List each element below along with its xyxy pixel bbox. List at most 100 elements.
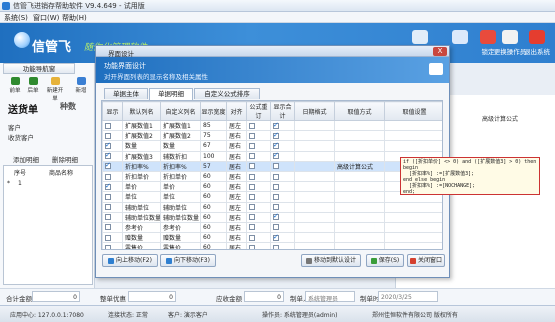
show-checkbox-cell[interactable] bbox=[102, 160, 123, 172]
date-format-cell[interactable] bbox=[294, 119, 335, 132]
move-up-button[interactable]: 向上移动(F2) bbox=[102, 254, 158, 267]
align-cell[interactable]: 居右 bbox=[226, 150, 247, 162]
checkbox[interactable] bbox=[105, 193, 111, 200]
checkbox[interactable] bbox=[249, 234, 255, 241]
grid-row[interactable]: 扩展数值3辅数折扣100居右 bbox=[102, 150, 442, 162]
total-checkbox-cell[interactable] bbox=[270, 150, 295, 162]
formula-checkbox-cell[interactable] bbox=[246, 221, 271, 234]
custom-name-cell[interactable]: 零售价 bbox=[160, 242, 201, 249]
total-checkbox-cell[interactable] bbox=[270, 119, 295, 132]
width-cell[interactable]: 100 bbox=[200, 150, 227, 162]
formula-checkbox-cell[interactable] bbox=[246, 160, 271, 172]
date-format-cell[interactable] bbox=[294, 181, 335, 193]
checkbox[interactable] bbox=[273, 183, 279, 190]
width-cell[interactable]: 57 bbox=[200, 160, 227, 172]
checkbox[interactable] bbox=[105, 214, 111, 221]
grid-row[interactable]: 参考价 参考价 60 居右 bbox=[102, 221, 442, 234]
function-nav-tab[interactable]: 功能导航窗 bbox=[3, 63, 75, 74]
close-window-button[interactable]: 关闭窗口 bbox=[407, 254, 445, 267]
checkbox[interactable] bbox=[249, 122, 255, 129]
add-button[interactable]: 新增 bbox=[72, 77, 90, 94]
custom-name-cell[interactable]: 折扣单价 bbox=[160, 170, 201, 183]
checkbox[interactable] bbox=[249, 183, 255, 190]
value-mode-cell[interactable]: 高级计算公式 bbox=[334, 160, 385, 172]
reset-default-button[interactable]: 移动到默认设计 bbox=[301, 254, 361, 267]
align-cell[interactable]: 居右 bbox=[226, 232, 247, 244]
grid-row[interactable]: 赠数量 赠数量 60 居右 bbox=[102, 232, 442, 244]
value-mode-cell[interactable] bbox=[334, 170, 385, 183]
value-mode-cell[interactable] bbox=[334, 150, 385, 162]
checkbox[interactable] bbox=[273, 234, 279, 241]
checkbox[interactable] bbox=[105, 152, 111, 160]
align-cell[interactable]: 居右 bbox=[226, 211, 247, 223]
checkbox[interactable] bbox=[273, 244, 279, 249]
total-checkbox-cell[interactable] bbox=[270, 170, 295, 183]
checkbox[interactable] bbox=[273, 224, 279, 231]
show-checkbox-cell[interactable] bbox=[102, 201, 123, 213]
date-format-cell[interactable] bbox=[294, 170, 335, 183]
checkbox[interactable] bbox=[249, 132, 255, 139]
align-cell[interactable]: 居右 bbox=[226, 130, 247, 142]
checkbox[interactable] bbox=[105, 142, 111, 149]
value-mode-cell[interactable] bbox=[334, 201, 385, 213]
value-mode-cell[interactable] bbox=[334, 242, 385, 249]
custom-name-cell[interactable]: 折扣率% bbox=[160, 160, 201, 172]
show-checkbox-cell[interactable] bbox=[102, 211, 123, 223]
custom-name-cell[interactable]: 辅数折扣 bbox=[160, 150, 201, 162]
width-cell[interactable]: 85 bbox=[200, 119, 227, 132]
tab-document-main[interactable]: 单据主体 bbox=[104, 88, 148, 99]
formula-checkbox-cell[interactable] bbox=[246, 181, 271, 193]
width-cell[interactable]: 60 bbox=[200, 211, 227, 223]
value-mode-cell[interactable] bbox=[334, 191, 385, 203]
custom-name-cell[interactable]: 辅助单位数量 bbox=[160, 211, 201, 223]
formula-checkbox-cell[interactable] bbox=[246, 140, 271, 152]
value-setting-cell[interactable] bbox=[384, 221, 442, 234]
formula-checkbox-cell[interactable] bbox=[246, 150, 271, 162]
dialog-titlebar[interactable]: 界面设计 X bbox=[96, 46, 449, 58]
date-format-cell[interactable] bbox=[294, 201, 335, 213]
width-cell[interactable]: 60 bbox=[200, 242, 227, 249]
grid-row[interactable]: 折扣单价 折扣单价 60 居右 bbox=[102, 170, 442, 183]
date-format-cell[interactable] bbox=[294, 221, 335, 234]
date-format-cell[interactable] bbox=[294, 191, 335, 203]
checkbox[interactable] bbox=[273, 152, 279, 160]
checkbox[interactable] bbox=[105, 173, 111, 180]
total-checkbox-cell[interactable] bbox=[270, 181, 295, 193]
checkbox[interactable] bbox=[249, 244, 255, 249]
date-format-cell[interactable] bbox=[294, 130, 335, 142]
custom-name-cell[interactable]: 数量 bbox=[160, 140, 201, 152]
menu-system[interactable]: 系统(S) bbox=[4, 13, 28, 23]
checkbox[interactable] bbox=[249, 204, 255, 211]
delete-detail-button[interactable]: 删除明细 bbox=[52, 154, 78, 164]
date-format-cell[interactable] bbox=[294, 211, 335, 223]
grid-row[interactable]: 单价单价60居右 bbox=[102, 181, 442, 193]
width-cell[interactable]: 60 bbox=[200, 191, 227, 203]
show-checkbox-cell[interactable] bbox=[102, 191, 123, 203]
checkbox[interactable] bbox=[249, 214, 255, 221]
show-checkbox-cell[interactable] bbox=[102, 119, 123, 132]
next-doc-button[interactable]: 后单 bbox=[24, 77, 42, 94]
total-checkbox-cell[interactable] bbox=[270, 130, 295, 142]
show-checkbox-cell[interactable] bbox=[102, 170, 123, 183]
total-checkbox-cell[interactable] bbox=[270, 221, 295, 234]
grid-row[interactable]: 辅助单位数量 辅助单位数量 60 居右 bbox=[102, 211, 442, 223]
formula-checkbox-cell[interactable] bbox=[246, 201, 271, 213]
align-cell[interactable]: 居左 bbox=[226, 191, 247, 203]
value-setting-cell[interactable] bbox=[384, 119, 442, 132]
checkbox[interactable] bbox=[249, 224, 255, 231]
custom-name-cell[interactable]: 赠数量 bbox=[160, 232, 201, 244]
formula-checkbox-cell[interactable] bbox=[246, 191, 271, 203]
total-checkbox-cell[interactable] bbox=[270, 201, 295, 213]
grid-row[interactable]: 折扣率%折扣率%57居右高级计算公式 bbox=[102, 160, 442, 172]
date-format-cell[interactable] bbox=[294, 150, 335, 162]
menu-help[interactable]: 帮助(H) bbox=[62, 13, 87, 23]
width-cell[interactable]: 60 bbox=[200, 232, 227, 244]
align-cell[interactable]: 居左 bbox=[226, 201, 247, 213]
add-detail-button[interactable]: 添加明细 bbox=[13, 154, 39, 164]
align-cell[interactable]: 居左 bbox=[226, 119, 247, 132]
value-mode-cell[interactable] bbox=[334, 140, 385, 152]
value-setting-cell[interactable] bbox=[384, 242, 442, 249]
checkbox[interactable] bbox=[105, 244, 111, 249]
value-setting-cell[interactable] bbox=[384, 211, 442, 223]
tab-document-detail[interactable]: 单据明细 bbox=[149, 88, 193, 100]
